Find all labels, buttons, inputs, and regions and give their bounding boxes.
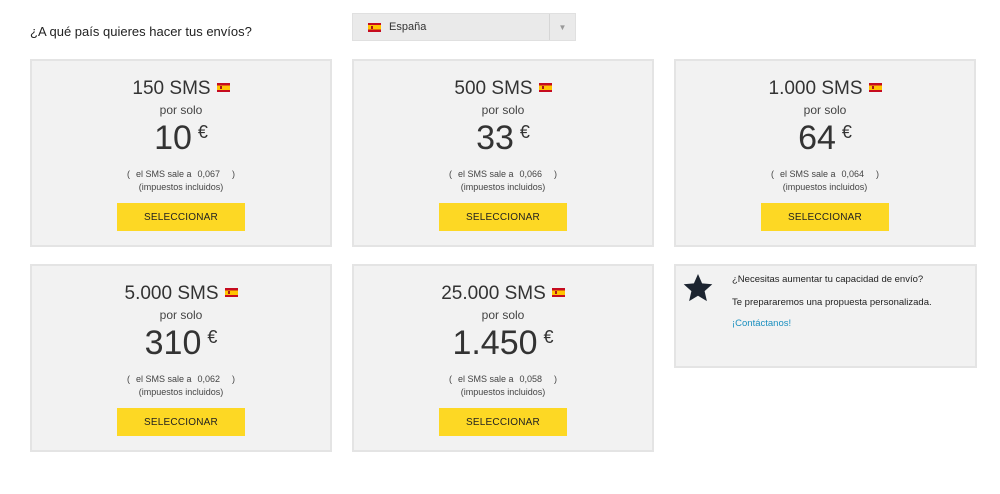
plan-price: 64 € bbox=[798, 119, 852, 157]
select-plan-button[interactable]: SELECCIONAR bbox=[117, 408, 245, 436]
contact-link[interactable]: ¡Contáctanos! bbox=[732, 318, 791, 329]
plan-price: 33 € bbox=[476, 119, 530, 157]
custom-quote-text: Te prepararemos una propuesta personaliz… bbox=[732, 297, 932, 308]
custom-quote-card: ¿Necesitas aumentar tu capacidad de enví… bbox=[674, 264, 977, 368]
plan-price: 10 € bbox=[154, 119, 208, 157]
plan-tax-note: (impuestos incluidos) bbox=[782, 182, 868, 192]
spain-flag-icon bbox=[551, 288, 565, 298]
plan-card-1000: 1.000 SMS por solo 64 € (el SMS sale a 0,0… bbox=[674, 59, 976, 247]
plan-quantity: 150 SMS bbox=[32, 78, 330, 100]
plan-card-5000: 5.000 SMS por solo 310 € (el SMS sale a 0,… bbox=[30, 264, 332, 452]
country-question: ¿A qué país quieres hacer tus envíos? bbox=[30, 24, 252, 39]
star-icon bbox=[683, 274, 713, 302]
plan-price: 1.450 € bbox=[452, 324, 554, 362]
plan-tax-note: (impuestos incluidos) bbox=[138, 387, 224, 397]
spain-flag-icon bbox=[216, 83, 230, 93]
select-plan-button[interactable]: SELECCIONAR bbox=[761, 203, 889, 231]
spain-flag-icon bbox=[868, 83, 882, 93]
select-plan-button[interactable]: SELECCIONAR bbox=[439, 408, 567, 436]
plan-unit-price: (el SMS sale a 0,066) bbox=[448, 169, 558, 179]
plan-por-solo: por solo bbox=[481, 308, 525, 322]
select-plan-button[interactable]: SELECCIONAR bbox=[439, 203, 567, 231]
dropdown-arrow-box[interactable]: ▼ bbox=[549, 14, 575, 40]
plan-card-150: 150 SMS por solo 10 € (el SMS sale a 0,067… bbox=[30, 59, 332, 247]
select-plan-button[interactable]: SELECCIONAR bbox=[117, 203, 245, 231]
spain-flag-icon bbox=[538, 83, 552, 93]
plan-por-solo: por solo bbox=[159, 103, 203, 117]
plan-tax-note: (impuestos incluidos) bbox=[460, 387, 546, 397]
plan-quantity: 25.000 SMS bbox=[354, 283, 652, 305]
plan-quantity: 1.000 SMS bbox=[676, 78, 974, 100]
plan-unit-price: (el SMS sale a 0,067) bbox=[126, 169, 236, 179]
plan-quantity: 500 SMS bbox=[354, 78, 652, 100]
plan-unit-price: (el SMS sale a 0,058) bbox=[448, 374, 558, 384]
spain-flag-icon bbox=[368, 22, 381, 32]
plan-por-solo: por solo bbox=[481, 103, 525, 117]
plan-tax-note: (impuestos incluidos) bbox=[138, 182, 224, 192]
plan-por-solo: por solo bbox=[159, 308, 203, 322]
plan-por-solo: por solo bbox=[803, 103, 847, 117]
plan-unit-price: (el SMS sale a 0,064) bbox=[770, 169, 880, 179]
plan-card-25000: 25.000 SMS por solo 1.450 € (el SMS sale … bbox=[352, 264, 654, 452]
plan-quantity: 5.000 SMS bbox=[32, 283, 330, 305]
country-select[interactable]: España ▼ bbox=[352, 13, 576, 41]
plan-price: 310 € bbox=[144, 324, 218, 362]
spain-flag-icon bbox=[224, 288, 238, 298]
plan-card-500: 500 SMS por solo 33 € (el SMS sale a 0,066… bbox=[352, 59, 654, 247]
plan-unit-price: (el SMS sale a 0,062) bbox=[126, 374, 236, 384]
plan-tax-note: (impuestos incluidos) bbox=[460, 182, 546, 192]
custom-quote-question: ¿Necesitas aumentar tu capacidad de enví… bbox=[732, 274, 924, 285]
chevron-down-icon: ▼ bbox=[558, 22, 567, 32]
country-select-value: España bbox=[389, 21, 427, 33]
